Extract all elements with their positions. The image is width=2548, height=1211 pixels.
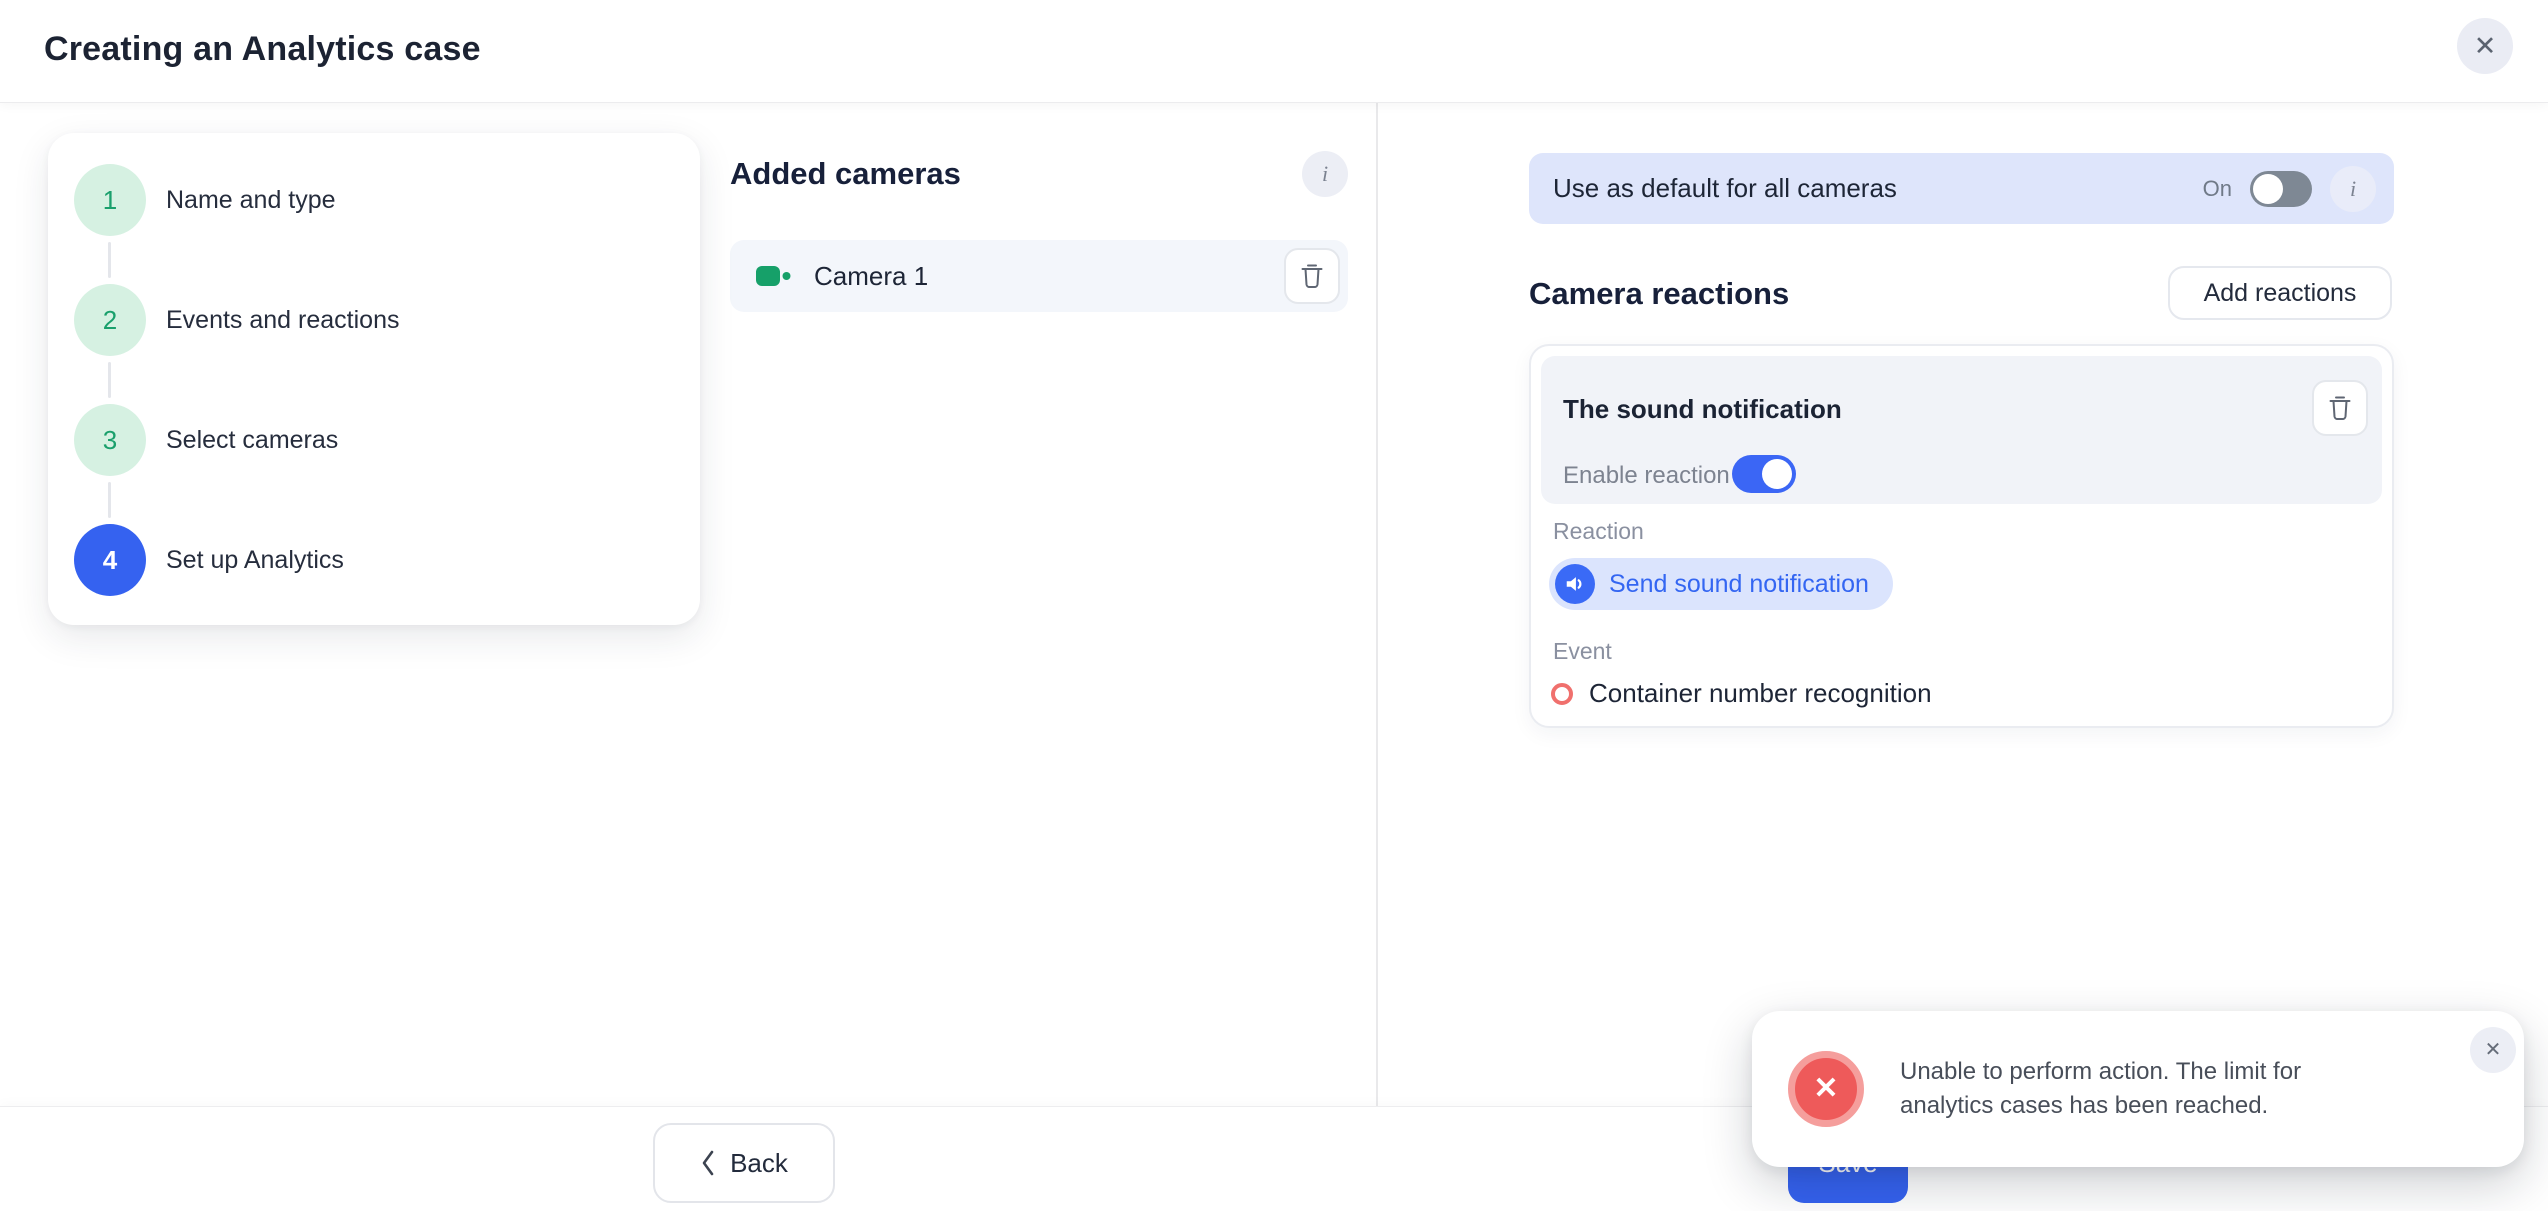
back-button-label: Back bbox=[730, 1148, 788, 1179]
toast-message: Unable to perform action. The limit for … bbox=[1900, 1055, 2360, 1123]
toast-close-button[interactable]: ✕ bbox=[2470, 1027, 2516, 1073]
default-for-all-cameras-banner: Use as default for all cameras On i bbox=[1529, 153, 2394, 224]
trash-icon bbox=[1299, 261, 1325, 292]
step-connector bbox=[108, 242, 111, 278]
toggle-state-label: On bbox=[2203, 176, 2232, 202]
step-label: Name and type bbox=[166, 186, 336, 215]
event-circle-icon bbox=[1551, 683, 1573, 705]
error-x-glyph: ✕ bbox=[1813, 1074, 1838, 1104]
close-button[interactable]: ✕ bbox=[2457, 18, 2513, 74]
event-field-label: Event bbox=[1553, 638, 1612, 665]
add-reactions-button[interactable]: Add reactions bbox=[2168, 266, 2392, 320]
default-banner-label: Use as default for all cameras bbox=[1553, 173, 1897, 204]
camera-name: Camera 1 bbox=[814, 261, 928, 292]
chevron-left-icon bbox=[700, 1149, 716, 1177]
reaction-field-label: Reaction bbox=[1553, 518, 1644, 545]
column-divider bbox=[1376, 103, 1378, 1106]
step-set-up-analytics[interactable]: 4 Set up Analytics bbox=[48, 524, 700, 596]
error-icon: ✕ bbox=[1788, 1051, 1864, 1127]
added-cameras-title: Added cameras bbox=[730, 156, 961, 192]
event-name: Container number recognition bbox=[1589, 678, 1932, 709]
step-number-badge: 2 bbox=[74, 284, 146, 356]
create-analytics-case-dialog: Creating an Analytics case ✕ 1 Name and … bbox=[0, 0, 2548, 1211]
step-select-cameras[interactable]: 3 Select cameras bbox=[48, 404, 700, 476]
step-number-badge: 3 bbox=[74, 404, 146, 476]
step-events-and-reactions[interactable]: 2 Events and reactions bbox=[48, 284, 700, 356]
reaction-card-header: The sound notification Enable reaction bbox=[1541, 356, 2382, 504]
step-name-and-type[interactable]: 1 Name and type bbox=[48, 164, 700, 236]
page-title: Creating an Analytics case bbox=[44, 30, 481, 69]
step-number-badge: 1 bbox=[74, 164, 146, 236]
info-icon: i bbox=[2350, 176, 2356, 202]
reaction-card: The sound notification Enable reaction R… bbox=[1529, 344, 2394, 728]
close-icon: ✕ bbox=[2485, 1040, 2502, 1060]
wizard-stepper: 1 Name and type 2 Events and reactions 3… bbox=[48, 133, 700, 625]
delete-camera-button[interactable] bbox=[1284, 248, 1340, 304]
toggle-knob bbox=[2253, 174, 2283, 204]
default-all-cameras-toggle[interactable] bbox=[2250, 171, 2312, 207]
added-cameras-info-button[interactable]: i bbox=[1302, 151, 1348, 197]
close-icon: ✕ bbox=[2474, 33, 2497, 60]
default-banner-info-button[interactable]: i bbox=[2330, 166, 2376, 212]
enable-reaction-label: Enable reaction bbox=[1563, 462, 1730, 490]
camera-icon bbox=[756, 265, 792, 287]
reaction-chip-label: Send sound notification bbox=[1609, 570, 1869, 599]
speaker-icon bbox=[1555, 564, 1595, 604]
step-connector bbox=[108, 362, 111, 398]
delete-reaction-button[interactable] bbox=[2312, 380, 2368, 436]
event-row: Container number recognition bbox=[1551, 678, 1932, 709]
enable-reaction-toggle[interactable] bbox=[1732, 455, 1796, 493]
step-number-badge: 4 bbox=[74, 524, 146, 596]
reaction-title: The sound notification bbox=[1563, 394, 1842, 425]
step-connector bbox=[108, 482, 111, 518]
step-label: Select cameras bbox=[166, 426, 338, 455]
back-button[interactable]: Back bbox=[653, 1123, 835, 1203]
info-icon: i bbox=[1322, 161, 1328, 187]
error-toast: ✕ Unable to perform action. The limit fo… bbox=[1752, 1011, 2524, 1167]
trash-icon bbox=[2327, 393, 2353, 424]
camera-list-item: Camera 1 bbox=[730, 240, 1348, 312]
reaction-chip[interactable]: Send sound notification bbox=[1549, 558, 1893, 610]
step-label: Events and reactions bbox=[166, 306, 399, 335]
camera-reactions-title: Camera reactions bbox=[1529, 276, 1789, 312]
toggle-knob bbox=[1762, 459, 1792, 489]
dialog-header: Creating an Analytics case ✕ bbox=[0, 0, 2548, 103]
step-label: Set up Analytics bbox=[166, 546, 344, 575]
